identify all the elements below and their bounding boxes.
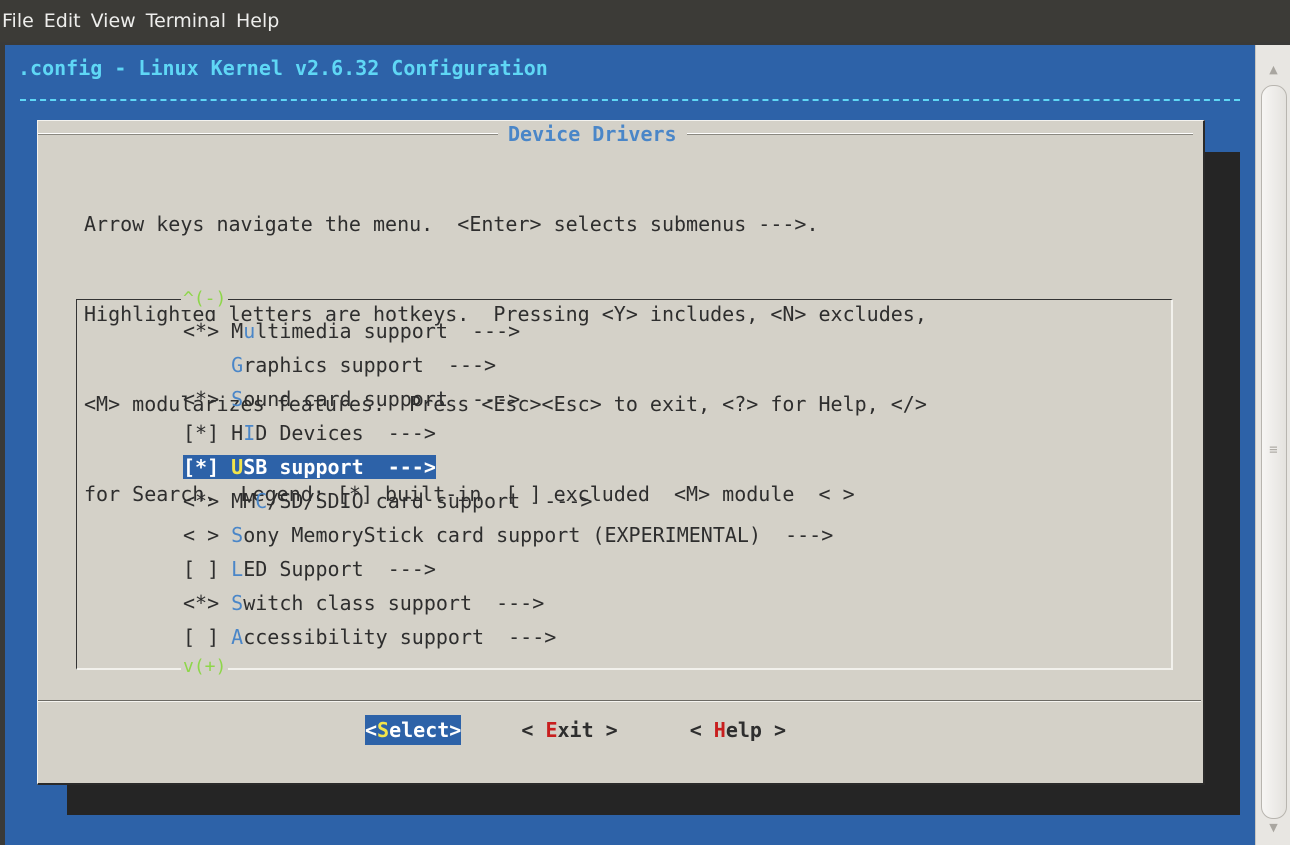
- item-label: ony MemoryStick card support (EXPERIMENT…: [243, 523, 834, 547]
- item-label-pre: H: [231, 421, 244, 445]
- item-state: [*]: [183, 421, 232, 445]
- item-hotkey: I: [243, 421, 256, 445]
- item-label: ltimedia support --->: [255, 319, 521, 343]
- menu-item-accessibility-support[interactable]: [ ] Accessibility support --->: [183, 620, 833, 654]
- terminal-menubar: File Edit View Terminal Help: [0, 0, 1290, 42]
- button-bracket: <: [365, 718, 378, 742]
- menu-item-hid-devices[interactable]: [*] HID Devices --->: [183, 416, 833, 450]
- button-hotkey: H: [713, 718, 726, 742]
- item-hotkey: C: [255, 489, 268, 513]
- grip-icon: ≡: [1269, 442, 1278, 458]
- item-state: <*>: [183, 387, 232, 411]
- item-label: ED Support --->: [243, 557, 436, 581]
- menu-item-led-support[interactable]: [ ] LED Support --->: [183, 552, 833, 586]
- menu-help[interactable]: Help: [231, 0, 284, 42]
- help-button[interactable]: < Help >: [690, 715, 786, 745]
- menu-items: <*> Multimedia support ---> Graphics sup…: [183, 314, 833, 654]
- menu-terminal[interactable]: Terminal: [141, 0, 231, 42]
- item-state: [183, 353, 231, 377]
- item-label: witch class support --->: [243, 591, 545, 615]
- scroll-down-indicator[interactable]: v(+): [181, 656, 229, 678]
- item-label: ccessibility support --->: [243, 625, 557, 649]
- item-hotkey: L: [231, 557, 244, 581]
- menu-edit[interactable]: Edit: [39, 0, 86, 42]
- item-label: D Devices --->: [255, 421, 436, 445]
- item-state: <*>: [183, 319, 232, 343]
- item-label-pre: M: [231, 319, 244, 343]
- item-hotkey: A: [231, 625, 244, 649]
- button-hotkey: E: [545, 718, 558, 742]
- item-state: [ ]: [183, 625, 232, 649]
- item-state: <*>: [183, 591, 232, 615]
- item-state: [ ]: [183, 557, 232, 581]
- scroll-up-arrow-icon[interactable]: ▲: [1256, 63, 1290, 76]
- item-label: raphics support --->: [243, 353, 497, 377]
- button-label: elp >: [725, 718, 787, 742]
- button-row-divider-highlight: [38, 701, 1201, 702]
- exit-button[interactable]: < Exit >: [521, 715, 617, 745]
- item-state: < >: [183, 523, 232, 547]
- menu-item-graphics-support[interactable]: Graphics support --->: [183, 348, 833, 382]
- item-state: [*]: [183, 455, 232, 479]
- menu-item-mmc-sd-sdio-card-support[interactable]: <*> MMC/SD/SDIO card support --->: [183, 484, 833, 518]
- menu-item-usb-support[interactable]: [*] USB support --->: [183, 450, 833, 484]
- terminal-scrollbar[interactable]: ▲ ≡ ▼: [1255, 45, 1290, 845]
- item-state: <*>: [183, 489, 232, 513]
- item-hotkey: G: [231, 353, 244, 377]
- item-hotkey: S: [231, 523, 244, 547]
- config-title: .config - Linux Kernel v2.6.32 Configura…: [18, 56, 548, 80]
- item-hotkey: u: [243, 319, 256, 343]
- menu-list-box: ^(-) <*> Multimedia support ---> Graphic…: [76, 288, 1173, 678]
- item-label: ound card support --->: [243, 387, 521, 411]
- item-label: /SD/SDIO card support --->: [267, 489, 593, 513]
- menu-file[interactable]: File: [0, 0, 39, 42]
- scroll-down-arrow-icon[interactable]: ▼: [1256, 821, 1290, 834]
- menu-item-sony-memorystick-support[interactable]: < > Sony MemoryStick card support (EXPER…: [183, 518, 833, 552]
- item-label-pre: MM: [231, 489, 256, 513]
- menu-item-multimedia-support[interactable]: <*> Multimedia support --->: [183, 314, 833, 348]
- item-hotkey: S: [231, 591, 244, 615]
- button-row: <Select> < Exit > < Help >: [365, 715, 786, 745]
- button-bracket: <: [521, 718, 546, 742]
- dialog-title: Device Drivers: [498, 121, 687, 147]
- item-hotkey: U: [231, 455, 244, 479]
- menu-item-switch-class-support[interactable]: <*> Switch class support --->: [183, 586, 833, 620]
- title-divider: [20, 99, 1240, 101]
- instruction-line: Arrow keys navigate the menu. <Enter> se…: [84, 212, 819, 236]
- button-label: xit >: [557, 718, 618, 742]
- button-bracket: <: [689, 718, 714, 742]
- button-label: elect>: [389, 718, 462, 742]
- select-button[interactable]: <Select>: [365, 715, 462, 745]
- menu-view[interactable]: View: [86, 0, 141, 42]
- button-hotkey: S: [377, 718, 390, 742]
- menu-item-sound-card-support[interactable]: <*> Sound card support --->: [183, 382, 833, 416]
- item-hotkey: S: [231, 387, 244, 411]
- device-drivers-dialog: Device Drivers Arrow keys navigate the m…: [37, 120, 1205, 785]
- item-label: SB support --->: [243, 455, 436, 479]
- scroll-up-indicator[interactable]: ^(-): [181, 288, 229, 310]
